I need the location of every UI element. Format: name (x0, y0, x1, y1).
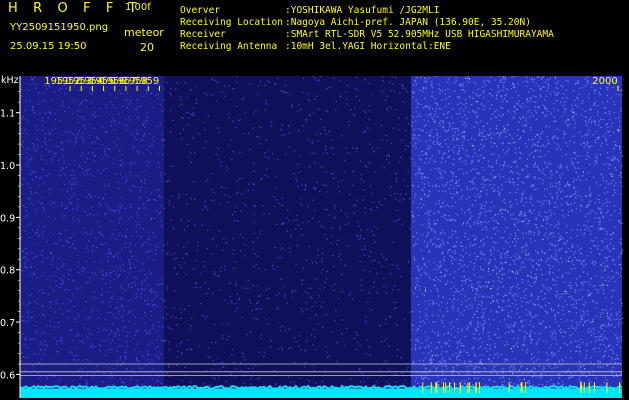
meteor-count: 20 (140, 41, 154, 54)
meta-key-observer: Overver (180, 5, 221, 16)
spectrogram-panel: 1951 1952 1953 1954 1955 1956 1957 1958 1959 2000… (0, 72, 629, 400)
meta-value-observer: :YOSHIKAWA Yasufumi /JG2MLI (285, 5, 440, 16)
app-name: H R O F F T (8, 1, 143, 16)
spectrogram-field (20, 76, 622, 398)
segment-1 (164, 76, 411, 398)
y-unit-label: kHz (1, 75, 19, 86)
y-tick-label: 1.1 (0, 109, 15, 120)
x-tick-label: 1959 (134, 76, 159, 87)
y-tick-label: 0.6 (0, 370, 15, 381)
meta-key-antenna: Receiving Antenna (180, 41, 278, 52)
meta-value-antenna: :10mH 3el.YAGI Horizontal:ENE (285, 41, 451, 52)
header-panel: H R O F F T 1.00f YY2509151950.png meteo… (0, 0, 629, 72)
y-tick-label: 1.0 (0, 161, 15, 172)
y-axis: kHz 1.1 1.0 0.9 0.8 0.7 0.6 (0, 75, 21, 398)
y-tick-label: 0.8 (0, 266, 15, 277)
segment-2 (411, 76, 622, 398)
capture-datetime: 25.09.15 19:50 (10, 41, 87, 52)
file-name: YY2509151950.png (10, 22, 109, 33)
meta-value-receiver: :SMArt RTL-SDR V5 52.905MHz USB HIGASHIM… (285, 29, 554, 40)
meteor-label: meteor (124, 26, 164, 39)
y-tick-label: 0.9 (0, 213, 15, 224)
spectrogram-chart: 195119521953195419551956195719581959 2000… (0, 75, 624, 398)
meta-key-location: Receiving Location (180, 17, 283, 28)
app-version: 1.00f (125, 2, 151, 13)
meta-value-location: :Nagoya Aichi-pref. JAPAN (136.90E, 35.2… (285, 17, 531, 28)
meta-key-receiver: Receiver (180, 29, 226, 40)
x-tick-label: 2000 (592, 76, 617, 87)
baseline-trace (19, 384, 623, 398)
y-tick-label: 0.7 (0, 318, 15, 329)
baseline-fill (20, 388, 622, 398)
